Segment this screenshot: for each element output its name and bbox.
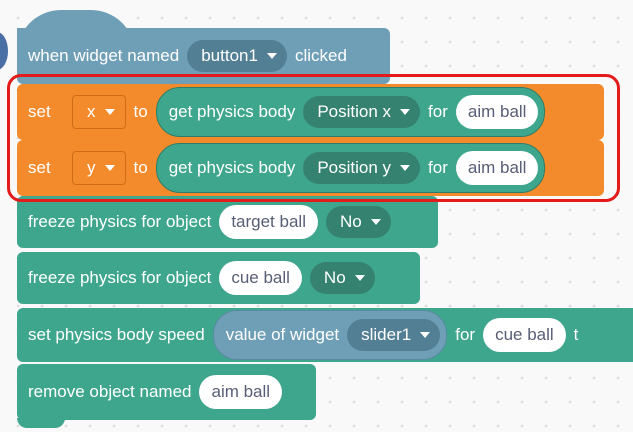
widget-dropdown-value: button1 — [201, 46, 258, 65]
widget-dropdown[interactable]: button1 — [187, 40, 287, 72]
slider-widget-value: slider1 — [361, 325, 412, 344]
freeze-label: freeze physics for object — [28, 212, 212, 231]
remove-label: remove object named — [28, 382, 192, 401]
dropdown-arrow-icon — [420, 332, 431, 338]
reporter-label: value of widget — [225, 325, 340, 344]
object-input[interactable]: cue ball — [483, 318, 566, 352]
set-physics-speed-block[interactable]: set physics body speed value of widget s… — [17, 308, 633, 362]
freeze-value: No — [339, 212, 362, 231]
freeze-physics-block[interactable]: freeze physics for object cue ball No — [17, 252, 420, 304]
event-suffix-label: clicked — [294, 46, 347, 65]
freeze-value: No — [323, 268, 346, 287]
freeze-label: freeze physics for object — [28, 268, 212, 287]
dropdown-arrow-icon — [370, 219, 381, 225]
block-notch — [17, 418, 65, 428]
object-input[interactable]: target ball — [219, 205, 318, 239]
event-prefix-label: when widget named — [28, 46, 180, 65]
freeze-value-dropdown[interactable]: No — [309, 262, 375, 294]
truncated-label: t — [573, 325, 579, 344]
speed-label: set physics body speed — [28, 325, 205, 344]
object-input[interactable]: cue ball — [219, 261, 302, 295]
dropdown-arrow-icon — [354, 275, 365, 281]
remove-object-block[interactable]: remove object named aim ball — [17, 364, 316, 420]
value-of-widget-reporter[interactable]: value of widget slider1 — [212, 310, 448, 360]
freeze-physics-block[interactable]: freeze physics for object target ball No — [17, 196, 438, 248]
object-input[interactable]: aim ball — [199, 375, 283, 409]
slider-widget-dropdown[interactable]: slider1 — [347, 319, 441, 351]
offscreen-block-edge — [0, 32, 8, 70]
highlight-annotation — [7, 74, 620, 202]
freeze-value-dropdown[interactable]: No — [325, 206, 391, 238]
for-label: for — [455, 325, 476, 344]
dropdown-arrow-icon — [266, 53, 277, 59]
